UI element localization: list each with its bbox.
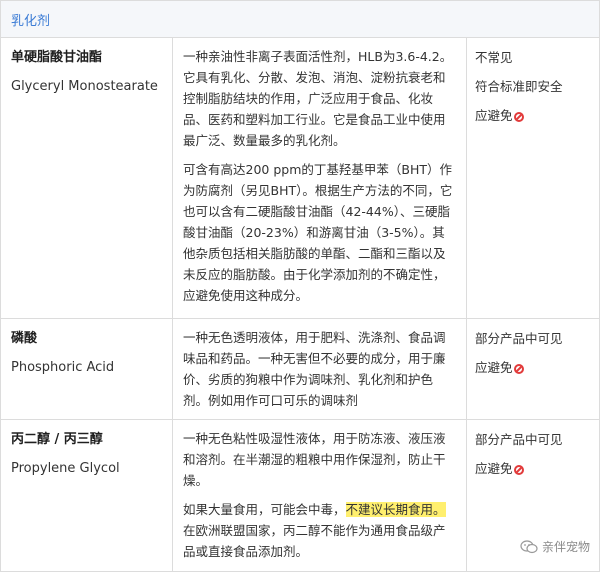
- ingredient-name-en: Phosphoric Acid: [11, 360, 115, 375]
- description-paragraph: 可含有高达200 ppm的丁基羟基甲苯（BHT）作为防腐剂（另见BHT）。根据生…: [183, 162, 453, 303]
- section-header: 乳化剂: [1, 0, 599, 38]
- table-row: 磷酸 Phosphoric Acid 一种无色透明液体，用于肥料、洗涤剂、食品调…: [1, 319, 599, 420]
- ingredient-name-zh: 丙二醇 / 丙三醇: [11, 432, 103, 447]
- ingredient-name-en: Glyceryl Monostearate: [11, 79, 158, 94]
- ingredient-name-zh: 磷酸: [11, 331, 38, 346]
- description-paragraph: 一种无色透明液体，用于肥料、洗涤剂、食品调味品和药品。一种无害但不必要的成分，用…: [183, 330, 446, 408]
- safety-text: 符合标准即安全: [475, 79, 563, 94]
- section-title: 乳化剂: [11, 13, 51, 29]
- avoid-text: 应避免: [475, 358, 591, 378]
- ingredient-name-cell: 磷酸 Phosphoric Acid: [1, 319, 173, 419]
- status-cell: 部分产品中可见 应避免: [467, 319, 599, 419]
- frequency-text: 不常见: [475, 50, 513, 65]
- table-row: 丙二醇 / 丙三醇 Propylene Glycol 一种无色粘性吸湿性液体，用…: [1, 420, 599, 572]
- ingredient-name-cell: 单硬脂酸甘油酯 Glyceryl Monostearate: [1, 38, 173, 318]
- description-cell: 一种亲油性非离子表面活性剂，HLB为3.6-4.2。它具有乳化、分散、发泡、消泡…: [173, 38, 467, 318]
- description-cell: 一种无色粘性吸湿性液体，用于防冻液、液压液和溶剂。在半潮湿的粗粮中用作保湿剂，防…: [173, 420, 467, 571]
- frequency-text: 部分产品中可见: [475, 432, 563, 447]
- status-cell: 不常见 符合标准即安全 应避免: [467, 38, 599, 318]
- watermark: 亲伴宠物: [520, 538, 590, 555]
- description-paragraph: 一种无色粘性吸湿性液体，用于防冻液、液压液和溶剂。在半潮湿的粗粮中用作保湿剂，防…: [183, 431, 446, 488]
- description-paragraph: 一种亲油性非离子表面活性剂，HLB为3.6-4.2。它具有乳化、分散、发泡、消泡…: [183, 49, 453, 148]
- prohibited-icon: [513, 364, 524, 374]
- prohibited-icon: [513, 465, 524, 475]
- additive-table: 乳化剂 单硬脂酸甘油酯 Glyceryl Monostearate 一种亲油性非…: [0, 0, 600, 572]
- table-row: 单硬脂酸甘油酯 Glyceryl Monostearate 一种亲油性非离子表面…: [1, 38, 599, 319]
- highlighted-warning: 不建议长期食用。: [345, 502, 446, 517]
- watermark-text: 亲伴宠物: [541, 540, 590, 554]
- prohibited-icon: [513, 112, 524, 122]
- description-cell: 一种无色透明液体，用于肥料、洗涤剂、食品调味品和药品。一种无害但不必要的成分，用…: [173, 319, 467, 419]
- description-paragraph: 如果大量食用，可能会中毒，不建议长期食用。在欧洲联盟国家，丙二醇不能作为通用食品…: [183, 502, 446, 559]
- frequency-text: 部分产品中可见: [475, 331, 563, 346]
- ingredient-name-en: Propylene Glycol: [11, 461, 120, 476]
- ingredient-name-cell: 丙二醇 / 丙三醇 Propylene Glycol: [1, 420, 173, 571]
- wechat-icon: [520, 539, 538, 553]
- avoid-text: 应避免: [475, 459, 591, 479]
- avoid-text: 应避免: [475, 106, 591, 126]
- ingredient-name-zh: 单硬脂酸甘油酯: [11, 50, 103, 65]
